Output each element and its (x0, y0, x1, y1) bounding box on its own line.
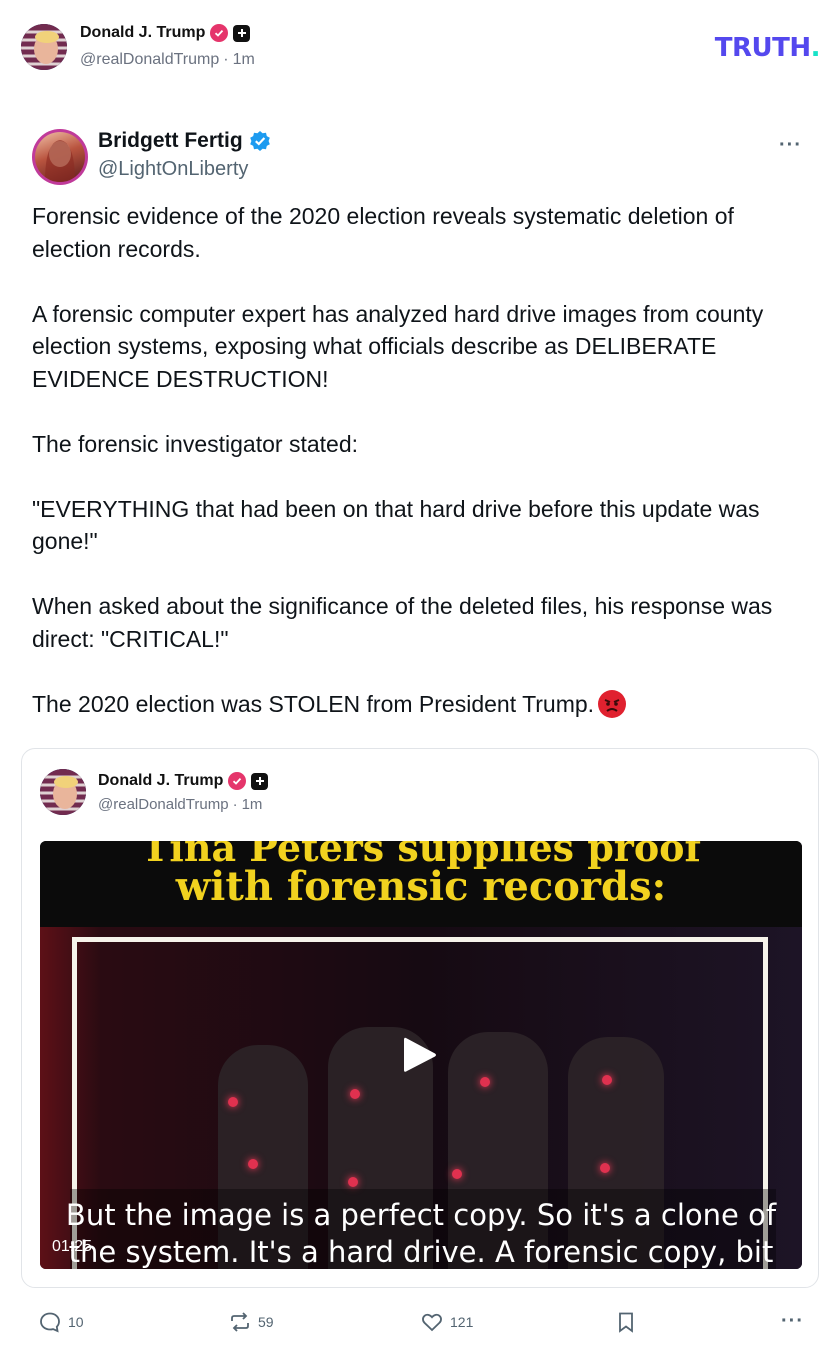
paragraph: Forensic evidence of the 2020 election r… (32, 203, 734, 262)
paragraph: "EVERYTHING that had been on that hard d… (32, 495, 760, 555)
verified-badge-icon (249, 131, 270, 151)
avatar[interactable] (21, 24, 67, 70)
caption-line: But the image is a perfect copy. So it's… (65, 1198, 777, 1232)
quoted-post[interactable]: Donald J. Trump @realDonaldTrump · 1m Ti… (21, 748, 819, 1288)
reply-button[interactable]: 10 (38, 1310, 84, 1334)
video-red-light (248, 1159, 258, 1169)
author-handle[interactable]: @realDonaldTrump (80, 51, 219, 69)
verified-badge-icon (210, 24, 229, 42)
quoted-author[interactable]: Donald J. Trump (98, 772, 269, 790)
truth-logo[interactable]: TRUTH. (714, 33, 821, 63)
play-icon[interactable] (402, 1035, 438, 1075)
separator: · (232, 796, 238, 813)
caption-line: the system. It's a hard drive. A forensi… (68, 1235, 774, 1269)
video-red-light (602, 1075, 612, 1085)
paragraph: A forensic computer expert has analyzed … (32, 300, 764, 392)
paragraph-last: The 2020 election was STOLEN from Presid… (32, 688, 816, 721)
video-duration: 01:25 (52, 1238, 93, 1255)
avatar[interactable] (32, 129, 88, 185)
reply-count: 10 (68, 1314, 84, 1330)
avatar[interactable] (40, 769, 86, 815)
author-handle[interactable]: @realDonaldTrump (98, 796, 229, 813)
post-author: Bridgett Fertig @LightOnLiberty ··· (0, 120, 840, 190)
reply-icon (40, 1312, 60, 1333)
retruth-button[interactable]: 59 (228, 1310, 274, 1334)
video-caption: But the image is a perfect copy. So it's… (40, 1197, 802, 1269)
video-headline-band: Tina Peters supplies proof with forensic… (40, 841, 802, 927)
video-red-light (452, 1169, 462, 1179)
bookmark-button[interactable] (614, 1310, 638, 1334)
paragraph: When asked about the significance of the… (32, 593, 773, 652)
video-red-light (600, 1163, 610, 1173)
plus-badge-icon (233, 24, 251, 42)
plus-badge-icon (251, 772, 269, 790)
logo-dot: . (810, 33, 821, 63)
repost-icon (231, 1312, 249, 1332)
video-red-light (348, 1177, 358, 1187)
paragraph: The 2020 election was STOLEN from Presid… (32, 690, 595, 717)
header: Donald J. Trump @realDonaldTrump · 1m TR… (0, 0, 840, 92)
video-red-light (480, 1077, 490, 1087)
author-handle[interactable]: @LightOnLiberty (98, 158, 248, 181)
more-options-button[interactable]: ··· (781, 1310, 804, 1333)
video-red-light (228, 1097, 238, 1107)
action-bar: 10 59 121 ··· (0, 1300, 840, 1344)
more-options-button[interactable]: ··· (779, 134, 802, 157)
paragraph: The forensic investigator stated: (32, 430, 358, 457)
separator: · (223, 51, 229, 68)
post-author-name-line[interactable]: Bridgett Fertig (98, 129, 271, 153)
bookmark-icon (619, 1312, 633, 1333)
angry-face-icon (598, 689, 627, 718)
logo-text: TRUTH (714, 33, 811, 63)
video-red-light (350, 1089, 360, 1099)
quoted-meta: @realDonaldTrump · 1m (98, 796, 262, 813)
author-name[interactable]: Donald J. Trump (80, 24, 205, 42)
like-count: 121 (450, 1314, 474, 1330)
author-name[interactable]: Donald J. Trump (98, 772, 223, 790)
verified-badge-icon (228, 772, 247, 790)
header-author[interactable]: Donald J. Trump (80, 24, 251, 42)
video-headline: with forensic records: (175, 863, 667, 910)
timestamp[interactable]: 1m (233, 51, 255, 69)
retruth-count: 59 (258, 1314, 274, 1330)
post-text: Forensic evidence of the 2020 election r… (32, 200, 816, 720)
header-meta: @realDonaldTrump · 1m (80, 51, 255, 69)
heart-icon (422, 1313, 442, 1332)
video-player[interactable]: Tina Peters supplies proof with forensic… (40, 841, 802, 1269)
author-name[interactable]: Bridgett Fertig (98, 129, 243, 153)
timestamp[interactable]: 1m (242, 796, 263, 813)
like-button[interactable]: 121 (420, 1310, 473, 1334)
